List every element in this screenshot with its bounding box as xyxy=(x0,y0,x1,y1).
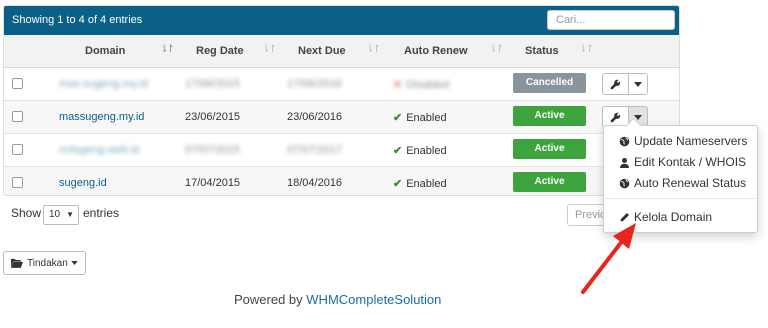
user-icon xyxy=(620,157,629,168)
auto-renew-status: ✔ Enabled xyxy=(393,112,447,124)
sort-icon[interactable]: ⇂↾ xyxy=(489,44,504,55)
status-badge: Active xyxy=(513,106,586,126)
row-checkbox[interactable] xyxy=(12,78,23,89)
table-row: massugeng.my.id 23/06/2015 23/06/2016 ✔ E… xyxy=(4,101,679,134)
domain-link[interactable]: m4sgeng.web.id xyxy=(59,144,139,156)
column-header-status[interactable]: Status xyxy=(525,45,559,57)
powered-by-footer: Powered by WHMCompleteSolution xyxy=(234,292,442,307)
menu-divider xyxy=(605,198,756,199)
table-row: sugeng.id 17/04/2015 18/04/2016 ✔ Enabled… xyxy=(4,167,679,195)
folder-open-icon xyxy=(11,258,23,268)
next-due: 07/07/2017 xyxy=(287,144,343,156)
next-due: 18/04/2016 xyxy=(287,177,343,189)
status-badge: Active xyxy=(513,172,586,192)
wrench-icon xyxy=(610,79,621,89)
entries-label: entries xyxy=(83,206,120,220)
whmcs-link[interactable]: WHMCompleteSolution xyxy=(306,292,441,307)
dropdown-toggle[interactable] xyxy=(629,73,648,95)
menu-item-manage-domain[interactable]: Kelola Domain xyxy=(619,210,712,224)
row-checkbox[interactable] xyxy=(12,177,23,188)
wrench-icon xyxy=(610,112,621,122)
reg-date: 17/04/2015 xyxy=(185,177,241,189)
status-badge: Active xyxy=(513,139,586,159)
status-badge: Cancelled xyxy=(513,73,586,93)
column-header-auto-renew[interactable]: Auto Renew xyxy=(404,45,468,57)
sort-icon[interactable]: ⇂↾ xyxy=(160,44,175,55)
bulk-actions-button[interactable]: Tindakan xyxy=(3,251,86,275)
caret-down-icon xyxy=(71,261,78,265)
x-icon: ✖ xyxy=(393,79,403,91)
sort-icon[interactable]: ⇂↾ xyxy=(262,44,277,55)
row-checkbox[interactable] xyxy=(12,144,23,155)
auto-renew-status: ✔ Enabled xyxy=(393,145,447,157)
domain-link[interactable]: mas-sugeng.my.id xyxy=(59,78,148,90)
check-icon: ✔ xyxy=(393,112,403,124)
reg-date: 23/06/2015 xyxy=(185,111,241,123)
menu-item-update-nameservers[interactable]: Update Nameservers xyxy=(619,134,747,148)
check-icon: ✔ xyxy=(393,145,403,157)
auto-renew-status: ✔ Enabled xyxy=(393,178,447,190)
table-row: m4sgeng.web.id 07/07/2015 07/07/2017 ✔ En… xyxy=(4,134,679,167)
show-label: Show xyxy=(11,206,42,220)
next-due: 17/06/2016 xyxy=(287,78,343,90)
column-header-domain[interactable]: Domain xyxy=(85,45,125,57)
auto-renew-status: ✖ Disabled xyxy=(393,79,450,91)
sort-icon[interactable]: ⇂↾ xyxy=(579,44,594,55)
reg-date: 07/07/2015 xyxy=(185,144,241,156)
previous-page-button[interactable]: Previous xyxy=(567,204,607,226)
caret-down-icon: ▼ xyxy=(66,210,74,219)
sort-icon[interactable]: ⇂↾ xyxy=(366,44,381,55)
entries-info: Showing 1 to 4 of 4 entries xyxy=(12,14,143,26)
domain-link[interactable]: massugeng.my.id xyxy=(59,111,144,123)
reg-date: 17/06/2015 xyxy=(185,78,241,90)
pencil-icon xyxy=(620,212,629,221)
search-input[interactable] xyxy=(547,10,675,30)
table-column-headers: Domain ⇂↾ Reg Date ⇂↾ Next Due ⇂↾ Auto R… xyxy=(4,35,679,68)
domains-table-panel: Showing 1 to 4 of 4 entries Domain ⇂↾ Re… xyxy=(3,5,680,196)
page-size-select[interactable]: 10 ▼ xyxy=(43,205,79,225)
menu-item-auto-renewal-status[interactable]: Auto Renewal Status xyxy=(619,176,746,190)
row-actions-button-group xyxy=(602,73,648,95)
table-row: mas-sugeng.my.id 17/06/2015 17/06/2016 ✖… xyxy=(4,68,679,101)
next-due: 23/06/2016 xyxy=(287,111,343,123)
globe-icon xyxy=(619,178,630,188)
domain-link[interactable]: sugeng.id xyxy=(59,177,107,189)
check-icon: ✔ xyxy=(393,178,403,190)
caret-down-icon xyxy=(634,81,642,87)
globe-icon xyxy=(619,136,630,146)
column-header-reg-date[interactable]: Reg Date xyxy=(196,45,244,57)
table-header-bar: Showing 1 to 4 of 4 entries xyxy=(4,6,679,35)
row-actions-dropdown-menu: Update Nameservers Edit Kontak / WHOIS A… xyxy=(603,125,758,233)
menu-item-edit-contact-whois[interactable]: Edit Kontak / WHOIS xyxy=(619,155,746,169)
manage-button[interactable] xyxy=(602,73,629,95)
column-header-next-due[interactable]: Next Due xyxy=(298,45,346,57)
row-checkbox[interactable] xyxy=(12,111,23,122)
